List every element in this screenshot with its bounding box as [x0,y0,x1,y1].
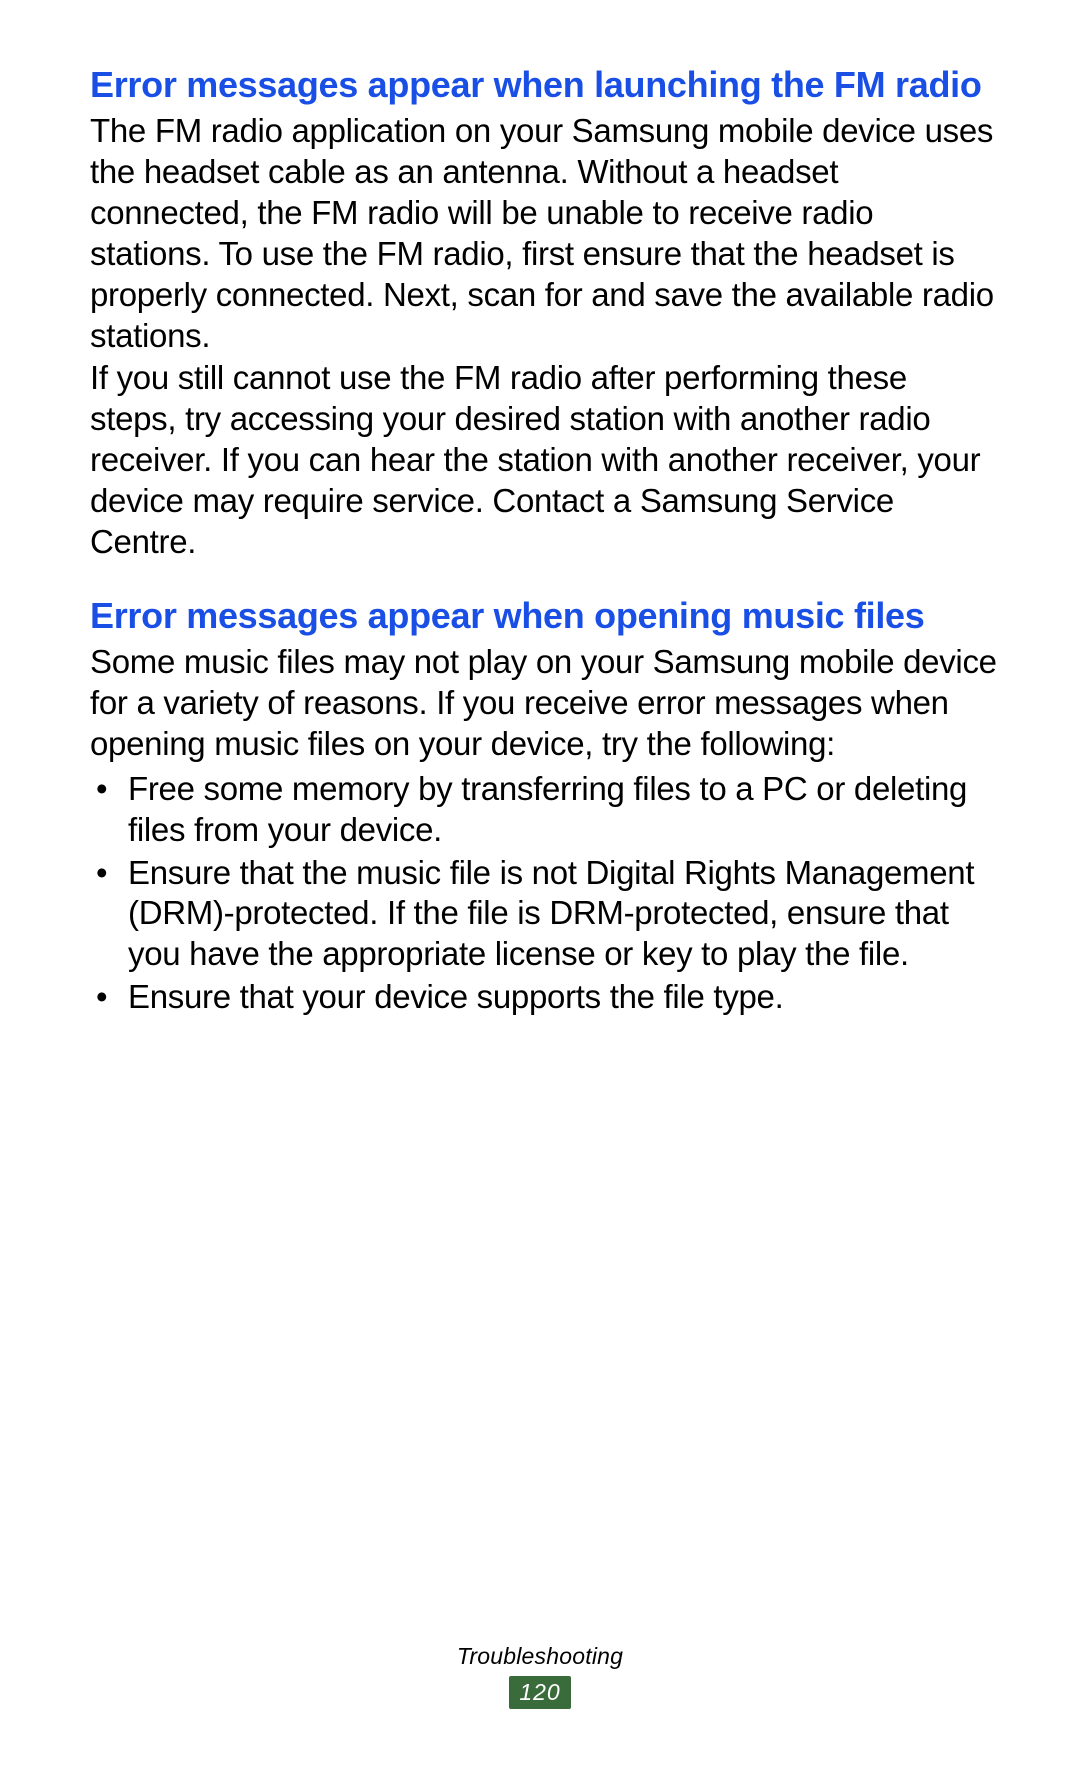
section-heading: Error messages appear when opening music… [90,593,1000,638]
list-item: Ensure that your device supports the fil… [90,977,1000,1018]
bullet-list: Free some memory by transferring files t… [90,769,1000,1018]
document-page: Error messages appear when launching the… [0,0,1080,1771]
section-heading: Error messages appear when launching the… [90,62,1000,107]
footer-section-label: Troubleshooting [0,1643,1080,1670]
page-number: 120 [509,1676,570,1709]
list-item: Ensure that the music file is not Digita… [90,853,1000,976]
body-paragraph: Some music files may not play on your Sa… [90,642,1000,765]
body-paragraph: The FM radio application on your Samsung… [90,111,1000,356]
list-item: Free some memory by transferring files t… [90,769,1000,851]
body-paragraph: If you still cannot use the FM radio aft… [90,358,1000,563]
page-footer: Troubleshooting 120 [0,1643,1080,1709]
